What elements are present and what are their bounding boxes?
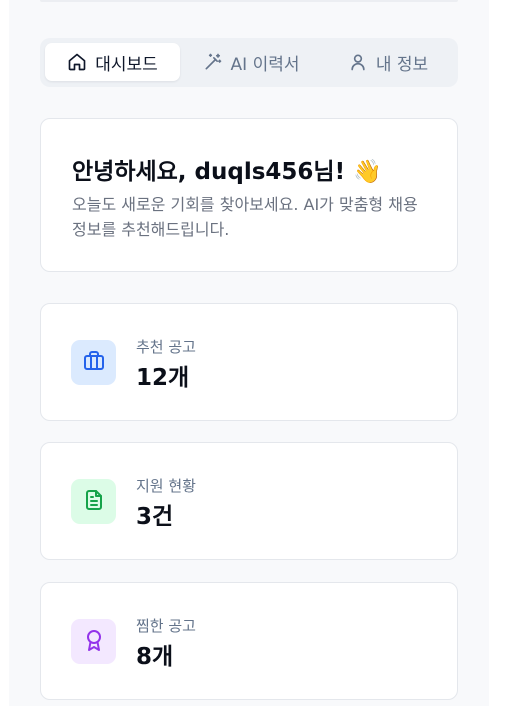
tab-dashboard-label: 대시보드 — [95, 54, 158, 75]
award-icon — [82, 628, 106, 656]
stat-label: 추천 공고 — [136, 338, 196, 356]
award-icon-box — [71, 619, 116, 664]
user-icon — [348, 52, 368, 72]
magic-wand-icon — [203, 52, 223, 72]
tab-ai-resume[interactable]: AI 이력서 — [186, 43, 316, 81]
header-divider — [40, 0, 458, 2]
stat-label: 지원 현황 — [136, 477, 196, 495]
stat-label: 찜한 공고 — [136, 617, 196, 635]
stat-value: 8개 — [136, 644, 174, 670]
welcome-greeting: 안녕하세요, duqls456님! — [72, 159, 346, 185]
tab-dashboard[interactable]: 대시보드 — [45, 43, 180, 81]
document-icon-box — [71, 479, 116, 524]
stat-value: 12개 — [136, 365, 190, 391]
briefcase-icon-box — [71, 340, 116, 385]
stat-card-recommended[interactable]: 추천 공고 12개 — [40, 303, 458, 421]
document-icon — [82, 488, 106, 516]
briefcase-icon — [82, 349, 106, 377]
stat-value: 3건 — [136, 504, 174, 530]
tab-bar: 대시보드 AI 이력서 내 정보 — [40, 38, 458, 87]
welcome-card: 안녕하세요, duqls456님! 👋 오늘도 새로운 기회를 찾아보세요. A… — [40, 118, 458, 272]
welcome-subtitle: 오늘도 새로운 기회를 찾아보세요. AI가 맞춤형 채용정보를 추천해드립니다… — [72, 195, 418, 239]
tab-my-info[interactable]: 내 정보 — [323, 43, 453, 81]
welcome-title: 안녕하세요, duqls456님! 👋 — [72, 152, 382, 186]
tab-ai-resume-label: AI 이력서 — [230, 54, 300, 75]
waving-hand-emoji: 👋 — [353, 159, 382, 185]
tab-my-info-label: 내 정보 — [375, 54, 429, 75]
stat-card-applications[interactable]: 지원 현황 3건 — [40, 442, 458, 560]
home-icon — [67, 52, 87, 72]
stat-card-saved[interactable]: 찜한 공고 8개 — [40, 582, 458, 700]
